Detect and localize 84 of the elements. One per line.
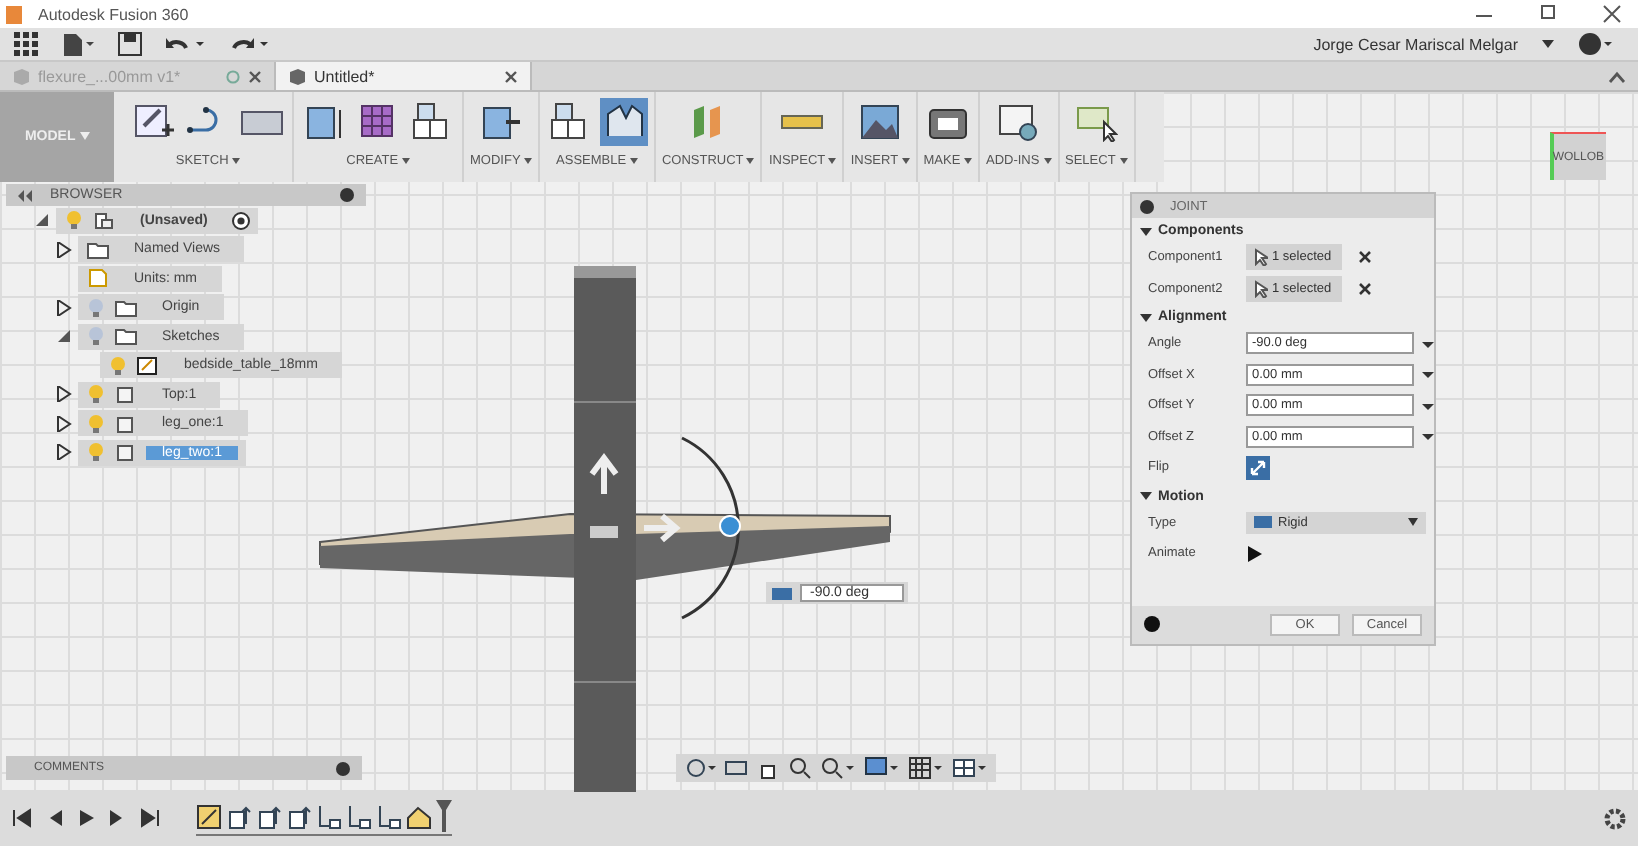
close-tab-icon[interactable] <box>504 69 518 83</box>
caret-icon <box>963 158 972 164</box>
restore-icon[interactable] <box>1538 4 1558 24</box>
lightbulb-icon[interactable] <box>86 442 106 463</box>
user-menu[interactable]: Jorge Cesar Mariscal Melgar <box>1313 35 1518 53</box>
display-settings-icon[interactable] <box>864 756 900 780</box>
timeline-marker-icon[interactable] <box>436 800 452 832</box>
timeline-joint-icon[interactable] <box>376 803 402 829</box>
component-icon <box>114 413 138 434</box>
caret-icon <box>828 158 837 164</box>
cloud-sync-icon <box>226 69 240 83</box>
expand-arrow-icon[interactable] <box>56 241 72 258</box>
close-tab-icon[interactable] <box>248 69 262 83</box>
component-icon <box>114 442 138 463</box>
caret-icon <box>1043 158 1052 164</box>
caret-icon <box>232 158 241 164</box>
lightbulb-icon[interactable] <box>86 326 106 347</box>
document-icon <box>86 268 110 289</box>
fit-zoom-icon[interactable] <box>820 756 856 780</box>
window-title: Autodesk Fusion 360 <box>38 5 189 23</box>
lightbulb-icon[interactable] <box>108 355 128 376</box>
expand-arrow-icon[interactable] <box>56 386 72 403</box>
timeline-joint-icon[interactable] <box>316 803 342 829</box>
viewports-icon[interactable] <box>952 756 988 780</box>
lightbulb-icon[interactable] <box>86 297 106 318</box>
expand-arrow-icon[interactable] <box>56 299 72 316</box>
caret-icon <box>746 158 755 164</box>
caret-icon <box>1408 518 1418 527</box>
dropdown-caret-icon[interactable] <box>1422 430 1434 443</box>
clear-selection-icon[interactable] <box>1358 281 1372 296</box>
document-cube-icon <box>12 67 30 85</box>
document-tab[interactable]: Untitled* <box>276 62 532 90</box>
caret-icon <box>79 132 90 140</box>
collapse-ribbon-icon[interactable] <box>1608 69 1626 83</box>
lightbulb-icon[interactable] <box>64 210 84 231</box>
lightbulb-icon[interactable] <box>86 413 106 434</box>
timeline-extrude-icon[interactable] <box>226 803 252 829</box>
caret-icon <box>523 158 532 164</box>
lightbulb-icon[interactable] <box>86 384 106 405</box>
folder-icon <box>114 297 138 318</box>
file-menu-icon[interactable] <box>62 32 94 56</box>
expand-arrow-icon[interactable] <box>56 415 72 432</box>
play-icon[interactable] <box>1246 545 1262 562</box>
section-toggle-icon[interactable] <box>1140 311 1152 323</box>
component-icon <box>92 210 116 231</box>
sketch-icon <box>136 355 160 376</box>
expand-arrow-icon[interactable] <box>56 444 72 461</box>
dropdown-caret-icon[interactable] <box>1422 337 1434 350</box>
timeline-sketch-icon[interactable] <box>196 803 222 829</box>
timeline-extrude-icon[interactable] <box>256 803 282 829</box>
orbit-icon[interactable] <box>684 756 716 780</box>
skip-end-icon[interactable] <box>140 808 160 828</box>
skip-start-icon[interactable] <box>12 808 32 828</box>
caret-icon <box>901 158 910 164</box>
caret-icon <box>1119 158 1127 164</box>
folder-icon <box>86 239 110 260</box>
folder-icon <box>114 326 138 347</box>
play-icon[interactable] <box>76 808 96 828</box>
document-cube-icon <box>288 67 306 85</box>
component-icon <box>114 384 138 405</box>
caret-icon[interactable] <box>1542 38 1554 50</box>
save-icon[interactable] <box>118 32 142 56</box>
flip-toggle-button[interactable] <box>1246 455 1270 480</box>
collapse-panel-icon[interactable] <box>18 189 34 201</box>
settings-icon[interactable] <box>1604 807 1626 829</box>
section-toggle-icon[interactable] <box>1140 225 1152 237</box>
timeline-joint-icon[interactable] <box>346 803 372 829</box>
zoom-icon[interactable] <box>788 756 812 780</box>
joint-tool-icon[interactable] <box>599 98 648 146</box>
expand-arrow-icon[interactable] <box>56 328 72 345</box>
caret-icon <box>401 158 410 164</box>
activate-radio-icon[interactable] <box>231 211 250 230</box>
section-toggle-icon[interactable] <box>1140 490 1152 502</box>
timeline-extrude-icon[interactable] <box>286 803 312 829</box>
dropdown-caret-icon[interactable] <box>1422 399 1434 412</box>
expand-arrow-icon[interactable] <box>34 212 50 229</box>
dropdown-caret-icon[interactable] <box>1422 368 1434 381</box>
grid-settings-icon[interactable] <box>908 756 944 780</box>
apps-grid-icon[interactable] <box>14 32 38 56</box>
caret-icon <box>629 158 638 164</box>
timeline-asbuilt-icon[interactable] <box>406 803 432 829</box>
close-icon[interactable] <box>1602 4 1622 24</box>
clear-selection-icon[interactable] <box>1358 250 1372 265</box>
app-logo-icon <box>6 5 22 23</box>
